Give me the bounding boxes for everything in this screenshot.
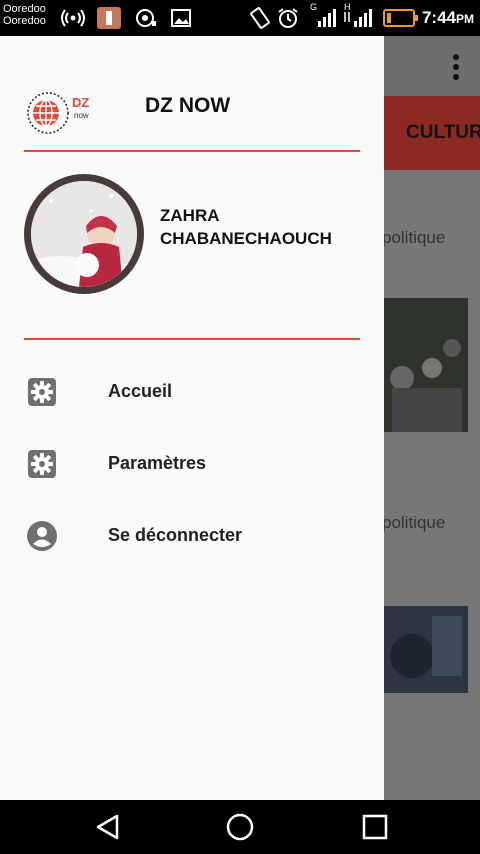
menu-label-logout: Se déconnecter	[108, 525, 243, 545]
navigation-drawer: DZ now DZ NOW ZAHRA CHABANECHAOUCH Accue…	[0, 36, 384, 800]
battery-icon	[383, 8, 419, 28]
carrier-1: Ooredoo	[3, 3, 46, 15]
menu-item-accueil[interactable]: Accueil	[0, 354, 384, 426]
menu-item-parametres[interactable]: Paramètres	[0, 426, 384, 498]
tab-culture[interactable]: CULTUR	[406, 122, 480, 144]
article-category-2: politique	[382, 513, 446, 532]
carrier-labels: Ooredoo Ooredoo	[3, 3, 46, 27]
profile-divider	[24, 338, 360, 340]
more-vert-icon[interactable]	[452, 54, 460, 80]
user-avatar[interactable]	[24, 174, 144, 294]
settings-icon	[26, 448, 58, 480]
article-image-1[interactable]	[382, 298, 468, 432]
header-divider	[24, 150, 360, 152]
recents-icon[interactable]	[360, 812, 390, 842]
app-title: DZ NOW	[145, 94, 231, 117]
menu-label-parametres: Paramètres	[108, 453, 207, 473]
carrier-2: Ooredoo	[3, 15, 46, 27]
settings-icon	[26, 376, 58, 408]
user-name: ZAHRA CHABANECHAOUCH	[160, 206, 332, 248]
account-circle-icon	[26, 520, 58, 552]
menu-label-accueil: Accueil	[108, 381, 173, 401]
signal-icon-2: H	[342, 2, 374, 28]
vpn-icon	[134, 8, 158, 28]
article-image-2[interactable]	[382, 606, 468, 693]
rotate-icon	[248, 7, 272, 29]
dz-now-logo: DZ now	[26, 91, 89, 135]
home-icon[interactable]	[225, 812, 255, 842]
article-category-1: politique	[382, 228, 446, 247]
image-icon	[170, 8, 192, 28]
signal-icon-1: G	[308, 2, 338, 28]
back-icon[interactable]	[93, 812, 123, 842]
alarm-icon	[277, 8, 299, 28]
status-bar: Ooredoo Ooredoo G H 7:44PM	[0, 0, 480, 36]
hotspot-icon	[60, 8, 86, 28]
battery-app-icon	[96, 7, 122, 29]
system-nav-bar	[0, 800, 480, 854]
clock: 7:44PM	[421, 8, 474, 27]
menu-item-logout[interactable]: Se déconnecter	[0, 498, 384, 570]
